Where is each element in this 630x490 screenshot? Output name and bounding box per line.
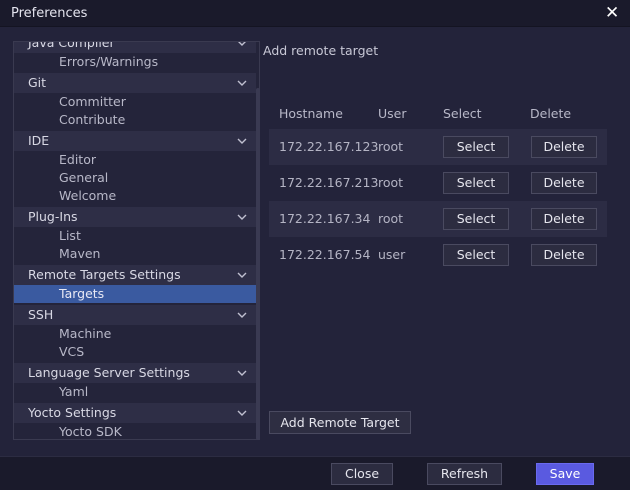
delete-button[interactable]: Delete [531, 172, 597, 194]
select-button[interactable]: Select [443, 136, 509, 158]
delete-button[interactable]: Delete [531, 208, 597, 230]
sidebar-group-header[interactable]: Language Server Settings [14, 363, 256, 383]
chevron-down-icon[interactable] [237, 305, 247, 325]
chevron-down-icon[interactable] [237, 265, 247, 285]
table-row: 172.22.167.54 user Select Delete [269, 237, 607, 273]
user-cell: user [378, 247, 406, 262]
table-row: 172.22.167.123 root Select Delete [269, 129, 607, 165]
chevron-down-icon[interactable] [237, 73, 247, 93]
column-header-hostname: Hostname [279, 106, 343, 121]
dialog-footer: Close Refresh Save [0, 456, 630, 490]
delete-button[interactable]: Delete [531, 136, 597, 158]
sidebar-group-header[interactable]: Yocto Settings [14, 403, 256, 423]
sidebar-group-label: Git [28, 75, 47, 90]
hostname-cell: 172.22.167.213 [279, 175, 379, 190]
sidebar-tree: Java Compiler Errors/Warnings Git Committer… [14, 41, 256, 439]
chevron-down-icon[interactable] [237, 363, 247, 383]
sidebar-group-label: Language Server Settings [28, 365, 190, 380]
select-button[interactable]: Select [443, 244, 509, 266]
sidebar-group-label: Yocto Settings [28, 405, 117, 420]
sidebar-group-label: Plug-Ins [28, 209, 78, 224]
table-row: 172.22.167.34 root Select Delete [269, 201, 607, 237]
column-header-user: User [378, 106, 407, 121]
sidebar-group-header[interactable]: IDE [14, 131, 256, 151]
refresh-button[interactable]: Refresh [427, 463, 502, 485]
hostname-cell: 172.22.167.54 [279, 247, 371, 262]
add-remote-target-button[interactable]: Add Remote Target [269, 411, 411, 434]
sidebar-group-header[interactable]: Remote Targets Settings [14, 265, 256, 285]
chevron-down-icon[interactable] [237, 207, 247, 227]
column-header-select: Select [443, 106, 482, 121]
hostname-cell: 172.22.167.123 [279, 139, 379, 154]
sidebar-scrollbar[interactable] [256, 88, 260, 440]
sidebar-item[interactable]: Committer [14, 93, 256, 111]
window-title: Preferences [11, 6, 88, 21]
sidebar-item[interactable]: Targets [14, 285, 256, 303]
sidebar-item[interactable]: Maven [14, 245, 256, 263]
sidebar-item[interactable]: Yaml [14, 383, 256, 401]
user-cell: root [378, 211, 404, 226]
sidebar-group-label: SSH [28, 307, 54, 322]
sidebar-item[interactable]: VCS [14, 343, 256, 361]
sidebar-item[interactable]: Machine [14, 325, 256, 343]
sidebar-group-header[interactable]: Java Compiler [14, 41, 256, 53]
sidebar-item[interactable]: Errors/Warnings [14, 53, 256, 71]
close-button[interactable]: Close [331, 463, 393, 485]
user-cell: root [378, 175, 404, 190]
user-cell: root [378, 139, 404, 154]
sidebar-group-label: IDE [28, 133, 50, 148]
sidebar-item[interactable]: General [14, 169, 256, 187]
table-body: 172.22.167.123 root Select Delete 172.22.167… [269, 129, 607, 273]
remote-targets-table: Hostname User Select Delete 172.22.167.1… [269, 101, 607, 273]
table-header: Hostname User Select Delete [269, 101, 607, 129]
sidebar-item[interactable]: Welcome [14, 187, 256, 205]
select-button[interactable]: Select [443, 172, 509, 194]
sidebar-item[interactable]: List [14, 227, 256, 245]
sidebar-group-label: Java Compiler [28, 41, 115, 50]
sidebar-group-header[interactable]: Git [14, 73, 256, 93]
chevron-down-icon[interactable] [237, 403, 247, 423]
save-button[interactable]: Save [536, 463, 594, 485]
select-button[interactable]: Select [443, 208, 509, 230]
column-header-delete: Delete [530, 106, 572, 121]
page-title: Add remote target [263, 43, 379, 58]
chevron-down-icon[interactable] [237, 131, 247, 151]
sidebar-group-header[interactable]: Plug-Ins [14, 207, 256, 227]
sidebar-item[interactable]: Yocto SDK [14, 423, 256, 439]
sidebar-group-header[interactable]: SSH [14, 305, 256, 325]
table-row: 172.22.167.213 root Select Delete [269, 165, 607, 201]
preferences-sidebar: Java Compiler Errors/Warnings Git Committer… [13, 41, 260, 440]
title-bar: Preferences ✕ [0, 0, 630, 27]
sidebar-group-label: Remote Targets Settings [28, 267, 181, 282]
delete-button[interactable]: Delete [531, 244, 597, 266]
sidebar-item[interactable]: Editor [14, 151, 256, 169]
sidebar-item[interactable]: Contribute [14, 111, 256, 129]
chevron-down-icon[interactable] [237, 42, 247, 53]
close-icon[interactable]: ✕ [605, 3, 619, 23]
hostname-cell: 172.22.167.34 [279, 211, 371, 226]
